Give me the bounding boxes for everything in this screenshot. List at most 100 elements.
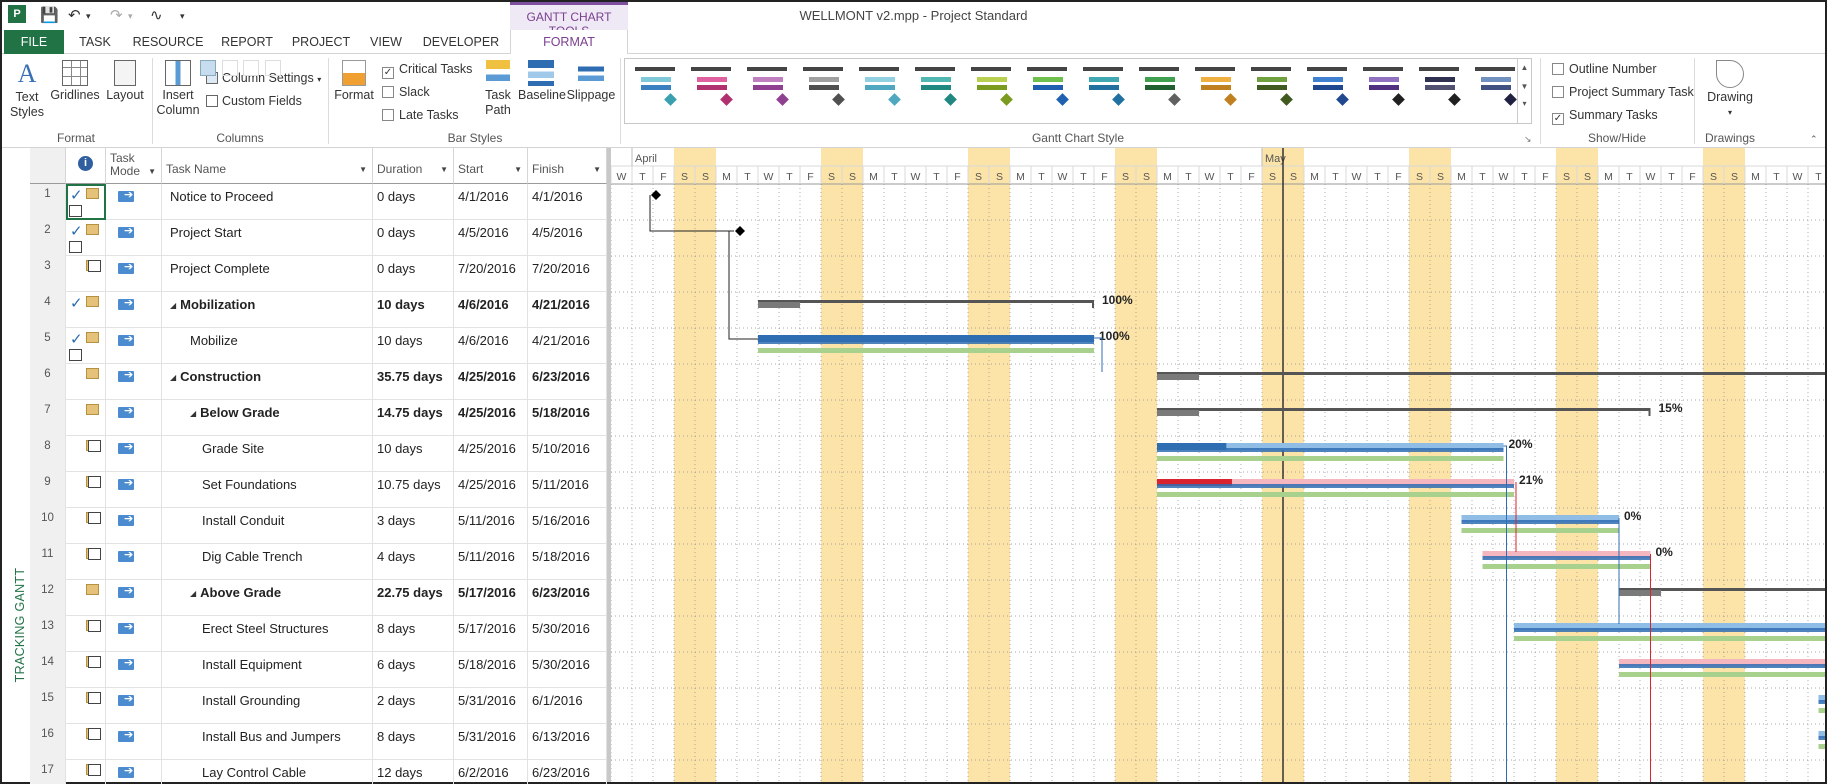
row-id[interactable]: 15 bbox=[30, 688, 66, 724]
indicators-cell[interactable] bbox=[66, 616, 106, 652]
gantt-style-swatch[interactable] bbox=[1417, 67, 1461, 111]
duration-cell[interactable]: 3 days bbox=[373, 508, 454, 544]
duration-cell[interactable]: 4 days bbox=[373, 544, 454, 580]
row-id[interactable]: 9 bbox=[30, 472, 66, 508]
start-cell[interactable]: 4/25/2016 bbox=[454, 364, 528, 400]
row-id[interactable]: 16 bbox=[30, 724, 66, 760]
start-cell[interactable]: 5/11/2016 bbox=[454, 508, 528, 544]
task-mode-cell[interactable] bbox=[106, 616, 162, 652]
project-summary-task-checkbox[interactable]: Project Summary Task bbox=[1552, 85, 1694, 99]
task-name-cell[interactable]: Project Start bbox=[162, 220, 373, 256]
view-bar[interactable]: TRACKING GANTT bbox=[5, 148, 31, 782]
gantt-style-gallery[interactable]: ▲ ▼ ▾ bbox=[624, 58, 1532, 124]
tab-developer[interactable]: DEVELOPER bbox=[420, 30, 502, 54]
duration-header[interactable]: Duration ▼ bbox=[373, 148, 454, 184]
start-cell[interactable]: 5/17/2016 bbox=[454, 580, 528, 616]
table-row[interactable]: 10 Install Conduit 3 days5/11/20165/16/201… bbox=[30, 508, 607, 544]
scroll-up-icon[interactable]: ▲ bbox=[1518, 63, 1531, 72]
slack-checkbox[interactable]: Slack bbox=[382, 85, 430, 99]
duration-cell[interactable]: 12 days bbox=[373, 760, 454, 784]
task-mode-cell[interactable] bbox=[106, 436, 162, 472]
row-id[interactable]: 17 bbox=[30, 760, 66, 784]
row-id[interactable]: 14 bbox=[30, 652, 66, 688]
collapse-triangle-icon[interactable]: ◢ bbox=[190, 589, 196, 598]
row-id[interactable]: 4 bbox=[30, 292, 66, 328]
duration-cell[interactable]: 10 days bbox=[373, 436, 454, 472]
duration-cell[interactable]: 0 days bbox=[373, 256, 454, 292]
duration-cell[interactable]: 8 days bbox=[373, 724, 454, 760]
collapse-ribbon-icon[interactable]: ⌃ bbox=[1810, 134, 1818, 145]
start-cell[interactable]: 5/31/2016 bbox=[454, 724, 528, 760]
summary-tasks-checkbox[interactable]: ✓ Summary Tasks bbox=[1552, 108, 1658, 125]
gantt-style-swatch[interactable] bbox=[1305, 67, 1349, 111]
start-cell[interactable]: 4/5/2016 bbox=[454, 220, 528, 256]
gantt-style-swatch[interactable] bbox=[801, 67, 845, 111]
duration-cell[interactable]: 22.75 days bbox=[373, 580, 454, 616]
layout-button[interactable]: Layout bbox=[104, 60, 146, 103]
start-cell[interactable]: 7/20/2016 bbox=[454, 256, 528, 292]
table-row[interactable]: 5✓ Mobilize 10 days4/6/20164/21/2016 bbox=[30, 328, 607, 364]
finish-cell[interactable]: 4/5/2016 bbox=[528, 220, 607, 256]
task-name-cell[interactable]: ◢ Construction bbox=[162, 364, 373, 400]
row-id[interactable]: 5 bbox=[30, 328, 66, 364]
gantt-style-swatch[interactable] bbox=[745, 67, 789, 111]
tab-report[interactable]: REPORT bbox=[216, 30, 278, 54]
finish-cell[interactable]: 5/18/2016 bbox=[528, 544, 607, 580]
task-name-cell[interactable]: Erect Steel Structures bbox=[162, 616, 373, 652]
finish-cell[interactable]: 6/23/2016 bbox=[528, 580, 607, 616]
table-row[interactable]: 3Project Complete0 days7/20/20167/20/201… bbox=[30, 256, 607, 292]
finish-cell[interactable]: 5/18/2016 bbox=[528, 400, 607, 436]
drawing-button[interactable]: Drawing ▾ bbox=[1702, 60, 1758, 120]
duration-cell[interactable]: 14.75 days bbox=[373, 400, 454, 436]
format-bar-button[interactable]: Format bbox=[332, 60, 376, 103]
duration-cell[interactable]: 10 days bbox=[373, 292, 454, 328]
indicators-cell[interactable] bbox=[66, 508, 106, 544]
chevron-down-icon[interactable]: ▼ bbox=[148, 165, 156, 178]
indicators-cell[interactable] bbox=[66, 724, 106, 760]
finish-cell[interactable]: 4/21/2016 bbox=[528, 328, 607, 364]
row-id[interactable]: 11 bbox=[30, 544, 66, 580]
gantt-style-swatch[interactable] bbox=[1025, 67, 1069, 111]
start-cell[interactable]: 4/6/2016 bbox=[454, 292, 528, 328]
duration-cell[interactable]: 0 days bbox=[373, 220, 454, 256]
gantt-chart-canvas[interactable]: April MayW T F S S M T W T F S S M T W T F S S M T W T F S S M T W T F S… bbox=[611, 148, 1825, 782]
outline-number-checkbox[interactable]: Outline Number bbox=[1552, 62, 1657, 76]
start-cell[interactable]: 5/18/2016 bbox=[454, 652, 528, 688]
table-row[interactable]: 15 Install Grounding 2 days5/31/20166/1/20… bbox=[30, 688, 607, 724]
task-mode-cell[interactable] bbox=[106, 760, 162, 784]
gantt-style-swatch[interactable] bbox=[689, 67, 733, 111]
task-name-header[interactable]: Task Name ▼ bbox=[162, 148, 373, 184]
start-cell[interactable]: 4/25/2016 bbox=[454, 400, 528, 436]
indicators-header[interactable]: i bbox=[66, 148, 106, 184]
task-mode-cell[interactable] bbox=[106, 220, 162, 256]
gantt-style-swatch[interactable] bbox=[1193, 67, 1237, 111]
task-mode-cell[interactable] bbox=[106, 580, 162, 616]
row-id[interactable]: 6 bbox=[30, 364, 66, 400]
collapse-triangle-icon[interactable]: ◢ bbox=[170, 373, 176, 382]
task-mode-cell[interactable] bbox=[106, 472, 162, 508]
table-row[interactable]: 4✓ ◢ Mobilization 10 days4/6/20164/21/2016 bbox=[30, 292, 607, 328]
chevron-down-icon[interactable]: ▼ bbox=[593, 165, 601, 174]
gantt-style-swatch[interactable] bbox=[1249, 67, 1293, 111]
task-mode-cell[interactable] bbox=[106, 400, 162, 436]
start-cell[interactable]: 5/17/2016 bbox=[454, 616, 528, 652]
gallery-more-icon[interactable]: ▾ bbox=[1518, 99, 1531, 108]
late-tasks-checkbox[interactable]: Late Tasks bbox=[382, 108, 459, 122]
finish-cell[interactable]: 6/23/2016 bbox=[528, 364, 607, 400]
start-header[interactable]: Start ▼ bbox=[454, 148, 528, 184]
row-id[interactable]: 2 bbox=[30, 220, 66, 256]
task-name-cell[interactable]: Install Equipment bbox=[162, 652, 373, 688]
collapse-triangle-icon[interactable]: ◢ bbox=[170, 301, 176, 310]
task-name-cell[interactable]: Project Complete bbox=[162, 256, 373, 292]
indicators-cell[interactable] bbox=[66, 400, 106, 436]
indicators-cell[interactable]: ✓ bbox=[66, 292, 106, 328]
finish-cell[interactable]: 7/20/2016 bbox=[528, 256, 607, 292]
duration-cell[interactable]: 10 days bbox=[373, 328, 454, 364]
gantt-style-swatch[interactable] bbox=[969, 67, 1013, 111]
task-mode-cell[interactable] bbox=[106, 544, 162, 580]
gantt-style-swatch[interactable] bbox=[1473, 67, 1517, 111]
task-mode-cell[interactable] bbox=[106, 292, 162, 328]
task-name-cell[interactable]: Install Bus and Jumpers bbox=[162, 724, 373, 760]
task-name-cell[interactable]: Mobilize bbox=[162, 328, 373, 364]
slippage-button[interactable]: Slippage bbox=[566, 60, 616, 103]
